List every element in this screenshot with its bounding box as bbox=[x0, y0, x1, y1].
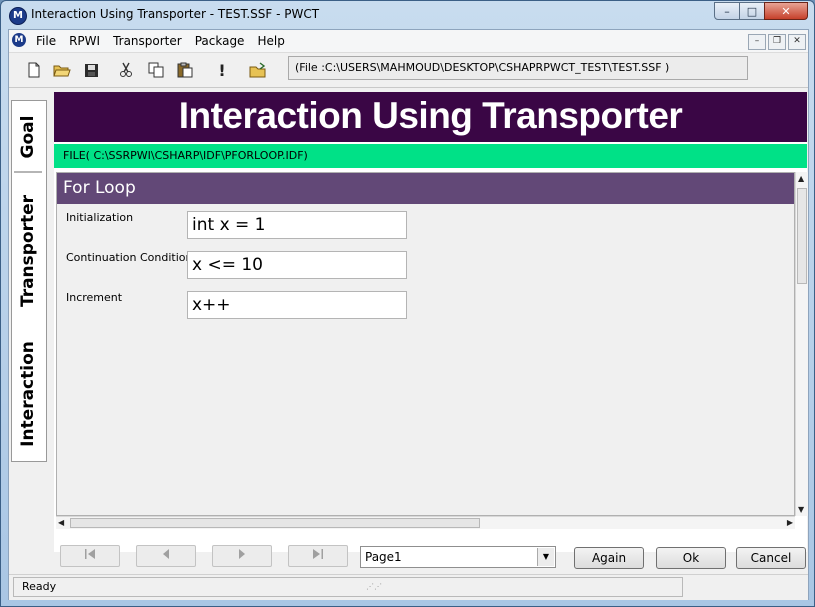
tab-transporter[interactable]: Transporter bbox=[14, 181, 42, 321]
copy-icon[interactable] bbox=[145, 60, 167, 80]
page-select-value: Page1 bbox=[365, 550, 402, 564]
again-button[interactable]: Again bbox=[574, 547, 644, 569]
tab-interaction[interactable]: Interaction bbox=[14, 331, 42, 457]
first-page-button[interactable] bbox=[60, 545, 120, 567]
previous-page-icon bbox=[163, 549, 169, 559]
mdi-close-button[interactable]: ✕ bbox=[788, 34, 806, 50]
status-text: Ready bbox=[13, 577, 683, 597]
menu-bar: M File RPWI Transporter Package Help – ❐… bbox=[9, 30, 808, 52]
idf-file-bar: FILE( C:\SSRPWI\CSHARP\IDF\PFORLOOP.IDF) bbox=[54, 144, 807, 168]
scroll-left-icon[interactable]: ◀ bbox=[58, 518, 64, 527]
last-page-button[interactable] bbox=[288, 545, 348, 567]
next-page-icon bbox=[239, 549, 245, 559]
cut-icon[interactable] bbox=[115, 60, 137, 80]
main-content: Interaction Using Transporter FILE( C:\S… bbox=[54, 92, 808, 552]
tab-interaction-label: Interaction bbox=[18, 341, 38, 447]
previous-page-button[interactable] bbox=[136, 545, 196, 567]
minimize-button[interactable]: – bbox=[714, 2, 740, 20]
scroll-up-icon[interactable]: ▲ bbox=[798, 174, 804, 183]
initialization-input[interactable]: int x = 1 bbox=[187, 211, 407, 239]
next-page-button[interactable] bbox=[212, 545, 272, 567]
new-file-icon[interactable] bbox=[23, 60, 45, 80]
mdi-child-icon[interactable]: M bbox=[12, 33, 26, 47]
page-banner: Interaction Using Transporter bbox=[54, 92, 807, 142]
exclamation-icon[interactable]: ! bbox=[211, 60, 233, 80]
ok-button[interactable]: Ok bbox=[656, 547, 726, 569]
window-title: Interaction Using Transporter - TEST.SSF… bbox=[31, 7, 320, 21]
increment-input[interactable]: x++ bbox=[187, 291, 407, 319]
continuation-condition-input[interactable]: x <= 10 bbox=[187, 251, 407, 279]
mdi-restore-button[interactable]: ❐ bbox=[768, 34, 786, 50]
first-page-icon bbox=[85, 549, 95, 559]
increment-label: Increment bbox=[66, 291, 123, 304]
status-bar: Ready ⋰⋰ bbox=[9, 574, 808, 600]
client-area: M File RPWI Transporter Package Help – ❐… bbox=[8, 29, 809, 600]
menu-items: File RPWI Transporter Package Help bbox=[36, 34, 298, 48]
menu-transporter[interactable]: Transporter bbox=[113, 34, 182, 48]
chevron-down-icon[interactable]: ▼ bbox=[537, 548, 554, 566]
title-bar[interactable]: M Interaction Using Transporter - TEST.S… bbox=[1, 1, 814, 29]
tab-goal-label: Goal bbox=[18, 115, 38, 159]
window-controls: – □ ✕ bbox=[714, 2, 808, 20]
menu-file[interactable]: File bbox=[36, 34, 56, 48]
open-folder-icon[interactable] bbox=[51, 60, 73, 80]
folder-open-icon[interactable] bbox=[247, 60, 269, 80]
scroll-right-icon[interactable]: ▶ bbox=[787, 518, 793, 527]
section-title: For Loop bbox=[57, 173, 794, 204]
application-window: M Interaction Using Transporter - TEST.S… bbox=[0, 0, 815, 607]
save-icon[interactable] bbox=[80, 60, 102, 80]
scroll-down-icon[interactable]: ▼ bbox=[798, 505, 804, 514]
app-icon: M bbox=[9, 7, 27, 25]
menu-package[interactable]: Package bbox=[195, 34, 245, 48]
resize-grip-icon[interactable]: ⋰⋰ bbox=[366, 582, 382, 591]
continuation-condition-label: Continuation Condition bbox=[66, 251, 193, 264]
cancel-button[interactable]: Cancel bbox=[736, 547, 806, 569]
page-select[interactable]: Page1 ▼ bbox=[360, 546, 556, 568]
mdi-controls: – ❐ ✕ bbox=[746, 34, 806, 50]
current-file-path: (File :C:\USERS\MAHMOUD\DESKTOP\CSHAPRPW… bbox=[288, 56, 748, 80]
toolbar: ! (File :C:\USERS\MAHMOUD\DESKTOP\CSHAPR… bbox=[9, 52, 808, 88]
vertical-scroll-thumb[interactable] bbox=[797, 188, 807, 284]
tab-transporter-label: Transporter bbox=[18, 194, 38, 308]
maximize-button[interactable]: □ bbox=[739, 2, 765, 20]
paste-icon[interactable] bbox=[174, 60, 196, 80]
menu-rpwi[interactable]: RPWI bbox=[69, 34, 100, 48]
horizontal-scroll-thumb[interactable] bbox=[70, 518, 480, 528]
horizontal-scrollbar[interactable]: ◀ ▶ bbox=[56, 516, 795, 529]
initialization-label: Initialization bbox=[66, 211, 134, 224]
mdi-minimize-button[interactable]: – bbox=[748, 34, 766, 50]
menu-help[interactable]: Help bbox=[257, 34, 284, 48]
form-panel: For Loop Initialization int x = 1 Contin… bbox=[56, 172, 795, 516]
last-page-icon bbox=[313, 549, 323, 559]
tab-goal[interactable]: Goal bbox=[14, 103, 42, 173]
close-button[interactable]: ✕ bbox=[764, 2, 808, 20]
vertical-scrollbar[interactable]: ▲ ▼ bbox=[795, 172, 808, 516]
side-tab-strip: Goal Transporter Interaction bbox=[11, 100, 47, 462]
